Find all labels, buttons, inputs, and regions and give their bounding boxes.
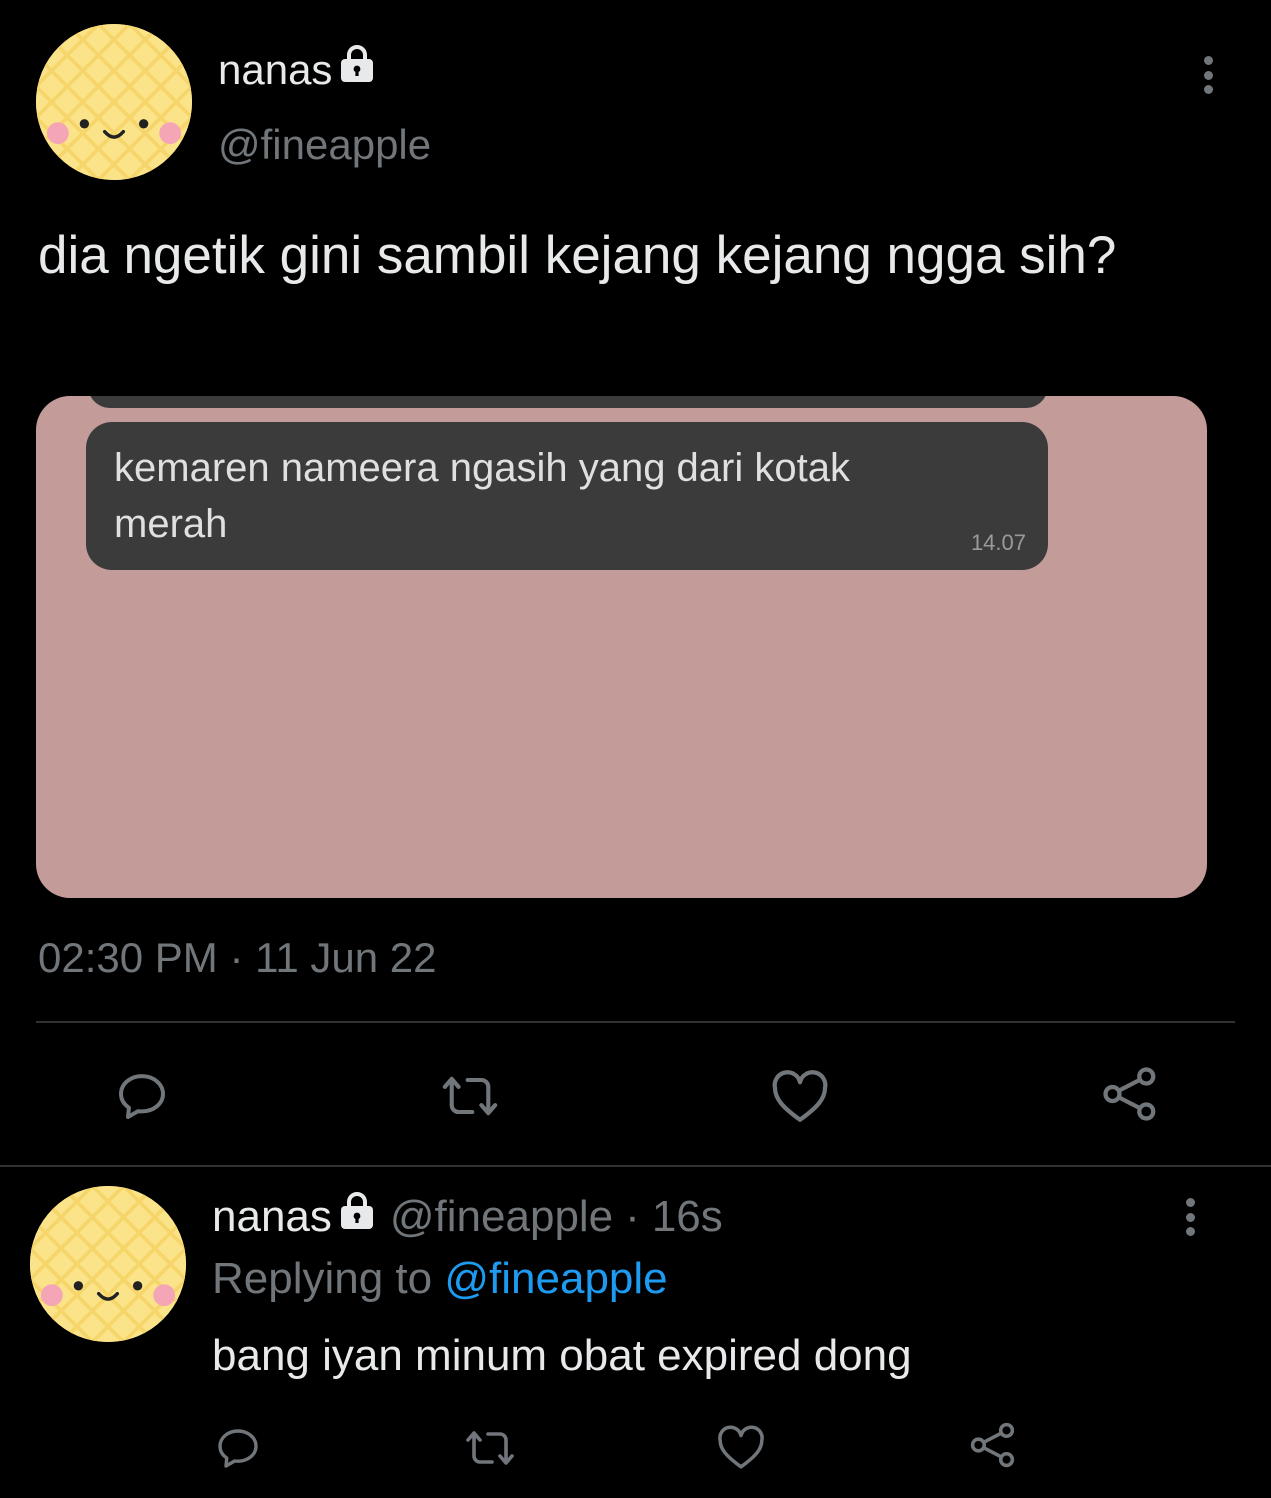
heart-icon[interactable]: [716, 1424, 766, 1470]
tweet-timestamp: 02:30 PM · 11 Jun 22: [38, 934, 437, 981]
chat-message-text: kemaren nameera ngasih yang dari kotak m…: [114, 446, 850, 546]
retweet-icon[interactable]: [438, 1068, 502, 1124]
retweet-icon[interactable]: [462, 1424, 518, 1472]
lock-icon: [338, 1190, 376, 1244]
reply-time: 16s: [651, 1192, 723, 1241]
pineapple-face-icon: [36, 24, 192, 180]
share-icon[interactable]: [1100, 1064, 1160, 1124]
reply-icon[interactable]: [214, 1424, 262, 1472]
author-name-text[interactable]: nanas: [218, 45, 332, 95]
replying-to-label: Replying to: [212, 1254, 433, 1303]
reply-author-handle[interactable]: @fineapple: [390, 1190, 613, 1244]
reply-author-avatar[interactable]: [30, 1186, 186, 1342]
previous-chat-bubble: [88, 396, 1048, 408]
reply-icon[interactable]: [114, 1068, 170, 1124]
divider: [0, 1165, 1271, 1167]
more-vertical-icon[interactable]: [1198, 56, 1218, 94]
heart-icon[interactable]: [770, 1068, 830, 1124]
chat-message-time: 14.07: [970, 530, 1026, 555]
author-name[interactable]: nanas: [218, 44, 376, 95]
reply-text: bang iyan minum obat expired dong: [212, 1331, 912, 1380]
replying-to-line: Replying to @fineapple: [212, 1252, 668, 1306]
tweet-media-image[interactable]: kemaren nameera ngasih yang dari kotak m…: [36, 396, 1207, 898]
separator-dot: ·: [625, 1192, 640, 1241]
share-icon[interactable]: [968, 1420, 1018, 1470]
more-vertical-icon[interactable]: [1180, 1198, 1200, 1236]
author-avatar[interactable]: [36, 24, 192, 180]
reply-author-name[interactable]: nanas: [212, 1190, 332, 1244]
author-handle[interactable]: @fineapple: [218, 120, 431, 170]
pineapple-face-icon: [30, 1186, 186, 1342]
lock-icon: [338, 44, 376, 95]
reply-header: nanas @fineapple · 16s: [212, 1190, 723, 1244]
tweet-text: dia ngetik gini sambil kejang kejang ngg…: [38, 226, 1117, 285]
divider: [36, 1021, 1235, 1023]
replying-to-mention[interactable]: @fineapple: [444, 1254, 667, 1303]
chat-bubble: kemaren nameera ngasih yang dari kotak m…: [86, 422, 1048, 570]
